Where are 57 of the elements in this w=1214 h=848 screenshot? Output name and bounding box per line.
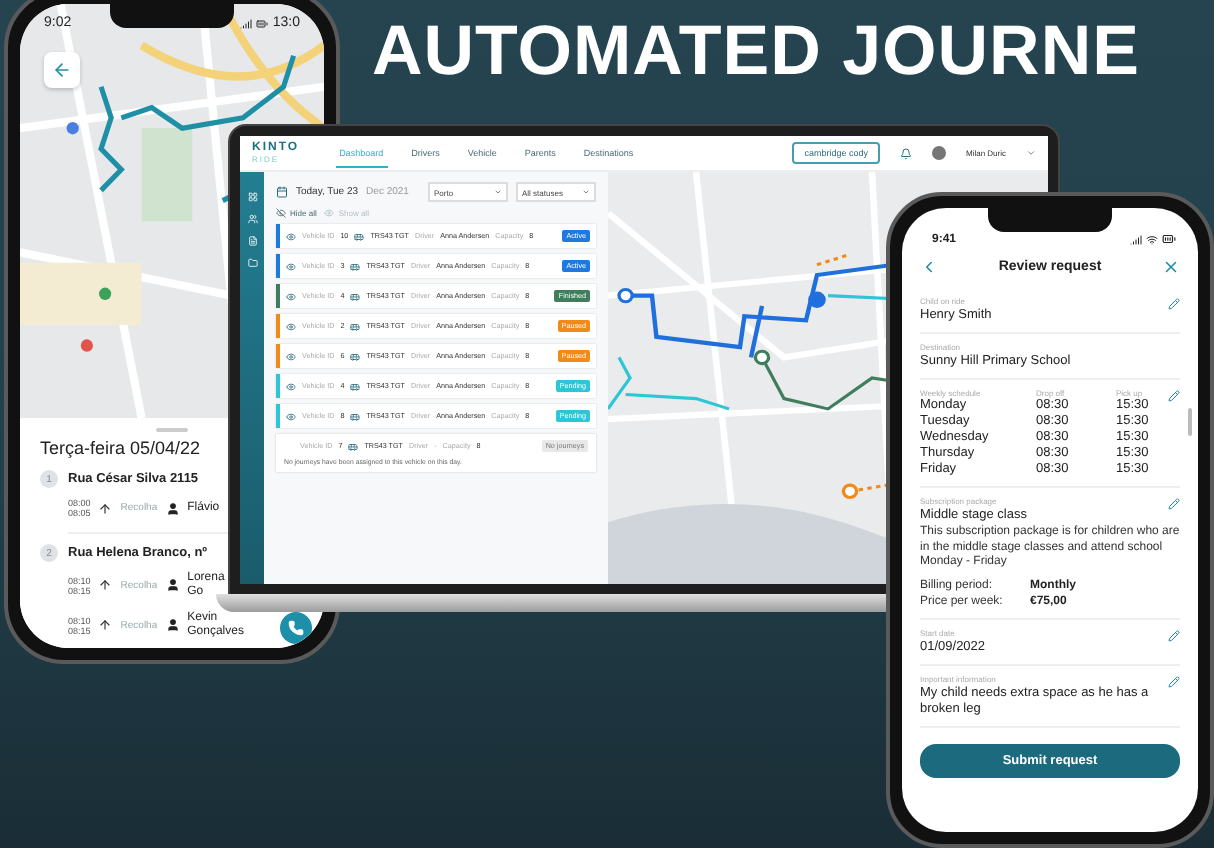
person-icon — [165, 578, 180, 592]
back-button[interactable] — [920, 258, 938, 276]
phone-notch — [988, 208, 1112, 232]
scrollbar[interactable] — [1188, 408, 1192, 436]
wifi-icon — [1146, 233, 1158, 245]
folder-icon[interactable] — [247, 258, 257, 268]
bell-icon[interactable] — [899, 147, 912, 159]
back-button[interactable] — [44, 52, 80, 88]
eye-icon[interactable] — [286, 381, 296, 391]
battery-icon — [256, 17, 269, 29]
bus-icon — [350, 351, 361, 361]
pencil-icon — [1168, 390, 1180, 402]
chevron-left-icon — [920, 258, 938, 276]
sheet-handle[interactable] — [156, 428, 188, 432]
bus-icon — [354, 231, 365, 241]
eye-icon — [324, 208, 335, 218]
close-icon — [1161, 258, 1180, 276]
calendar-icon — [276, 186, 288, 198]
eye-icon[interactable] — [286, 231, 296, 241]
document-icon[interactable] — [247, 236, 257, 246]
back-arrow-icon — [52, 60, 72, 80]
bus-icon — [350, 261, 361, 271]
close-button[interactable] — [1161, 258, 1180, 276]
bus-icon — [348, 441, 359, 451]
eye-icon[interactable] — [286, 261, 296, 271]
headline: AUTOMATED JOURNE — [372, 12, 1140, 92]
arrow-up-icon — [98, 618, 113, 632]
bus-icon — [350, 321, 361, 331]
pencil-icon — [1168, 298, 1180, 310]
eye-icon[interactable] — [286, 321, 296, 331]
person-icon — [165, 618, 180, 632]
signal-icon — [1130, 233, 1142, 245]
eye-icon[interactable] — [286, 351, 296, 361]
pencil-icon — [1168, 498, 1180, 510]
edit-button[interactable] — [1168, 629, 1180, 641]
people-icon[interactable] — [247, 214, 257, 224]
person-icon — [165, 501, 180, 515]
grid-icon[interactable] — [247, 192, 257, 202]
eye-off-icon — [276, 208, 286, 218]
bus-icon — [350, 291, 361, 301]
bus-icon — [350, 411, 361, 421]
arrow-up-icon — [98, 501, 113, 515]
eye-icon[interactable] — [286, 291, 296, 301]
chevron-down-icon — [1026, 148, 1036, 158]
bus-icon — [350, 381, 361, 391]
edit-button[interactable] — [1168, 298, 1180, 310]
signal-icon — [240, 17, 253, 29]
phone-icon — [288, 620, 304, 636]
avatar — [931, 146, 946, 160]
battery-icon — [1162, 232, 1176, 246]
edit-button[interactable] — [1168, 498, 1180, 510]
edit-button[interactable] — [1168, 390, 1180, 402]
eye-icon[interactable] — [286, 411, 296, 421]
arrow-up-icon — [98, 578, 113, 592]
pencil-icon — [1168, 629, 1180, 641]
edit-button[interactable] — [1168, 675, 1180, 687]
pencil-icon — [1168, 675, 1180, 687]
